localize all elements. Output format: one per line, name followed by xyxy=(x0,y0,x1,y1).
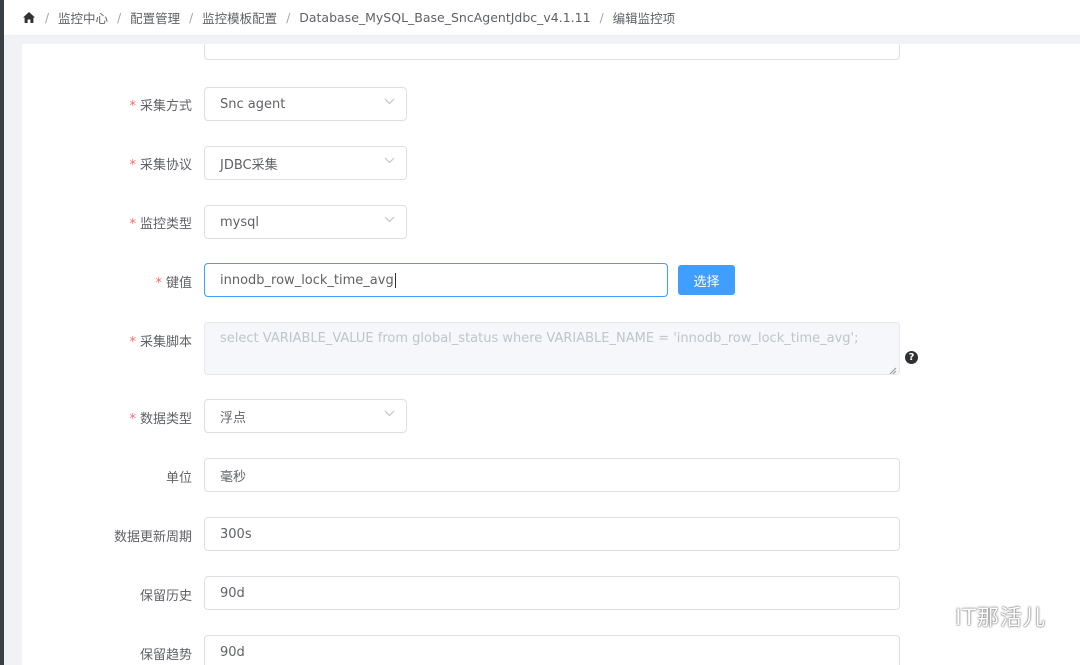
collect-method-select[interactable]: Snc agent xyxy=(204,87,407,121)
history-label-text: 保留历史 xyxy=(139,589,192,604)
required-mark: * xyxy=(129,412,136,427)
required-mark: * xyxy=(129,158,136,173)
text-cursor xyxy=(394,272,396,288)
data-type-select[interactable]: 浮点 xyxy=(204,399,407,433)
collect-protocol-label-text: 采集协议 xyxy=(139,158,192,173)
required-mark: * xyxy=(129,335,136,350)
unit-label-text: 单位 xyxy=(165,471,192,486)
collect-script-textarea[interactable]: select VARIABLE_VALUE from global_status… xyxy=(204,322,900,375)
key-value: innodb_row_lock_time_avg xyxy=(220,272,394,288)
edit-monitor-item-form: * 采集方式 Snc agent * 采集协议 JDBC采集 * 监控类型 mysql… xyxy=(22,44,1080,665)
monitor-type-label: * 监控类型 xyxy=(22,213,192,232)
help-icon[interactable]: ? xyxy=(905,351,918,364)
breadcrumb-separator: / xyxy=(189,10,194,25)
monitor-type-label-text: 监控类型 xyxy=(139,217,192,232)
trends-value: 90d xyxy=(220,644,245,660)
breadcrumb-item-config-management[interactable]: 配置管理 xyxy=(130,8,180,27)
key-label: * 键值 xyxy=(22,272,192,291)
resize-handle-icon[interactable] xyxy=(889,364,897,374)
update-interval-value: 300s xyxy=(220,526,252,542)
watermark: IT那活儿 xyxy=(915,600,1046,632)
breadcrumb-separator: / xyxy=(117,10,122,25)
wechat-icon xyxy=(916,603,947,628)
update-interval-input[interactable]: 300s xyxy=(204,517,900,551)
page-gutter xyxy=(4,36,22,665)
unit-label: 单位 xyxy=(22,467,192,486)
key-input[interactable]: innodb_row_lock_time_avg xyxy=(204,263,668,297)
chevron-down-icon xyxy=(384,157,395,167)
collect-protocol-select[interactable]: JDBC采集 xyxy=(204,146,407,180)
home-icon[interactable] xyxy=(22,11,36,25)
trends-label-text: 保留趋势 xyxy=(139,648,192,663)
breadcrumb-separator: / xyxy=(286,10,291,25)
required-mark: * xyxy=(155,276,162,291)
collect-protocol-value: JDBC采集 xyxy=(220,157,278,173)
breadcrumb-item-current: 编辑监控项 xyxy=(612,11,676,26)
unit-value: 毫秒 xyxy=(220,469,247,485)
history-value: 90d xyxy=(220,585,245,601)
breadcrumb-item-template-config[interactable]: 监控模板配置 xyxy=(202,8,277,27)
breadcrumb-item-template-name[interactable]: Database_MySQL_Base_SncAgentJdbc_v4.1.11 xyxy=(299,10,590,25)
name-input[interactable] xyxy=(204,44,900,60)
chevron-down-icon xyxy=(384,216,395,226)
unit-input[interactable]: 毫秒 xyxy=(204,458,900,492)
data-type-label: * 数据类型 xyxy=(22,408,192,427)
collect-script-value: select VARIABLE_VALUE from global_status… xyxy=(220,331,859,346)
trends-input[interactable]: 90d xyxy=(204,635,900,665)
breadcrumb-item-monitor-center[interactable]: 监控中心 xyxy=(58,8,108,27)
chevron-down-icon xyxy=(384,98,395,108)
watermark-text: IT那活儿 xyxy=(955,606,1046,631)
trends-label: 保留趋势 xyxy=(22,644,192,663)
monitor-type-select[interactable]: mysql xyxy=(204,205,407,239)
collect-method-label-text: 采集方式 xyxy=(139,99,192,114)
update-interval-label: 数据更新周期 xyxy=(22,526,192,545)
breadcrumb-separator: / xyxy=(599,10,604,25)
collect-method-label: * 采集方式 xyxy=(22,95,192,114)
monitor-type-value: mysql xyxy=(220,214,259,230)
required-mark: * xyxy=(129,99,136,114)
breadcrumb-separator: / xyxy=(45,10,50,25)
collect-method-value: Snc agent xyxy=(220,96,286,112)
data-type-label-text: 数据类型 xyxy=(139,412,192,427)
collect-script-label: * 采集脚本 xyxy=(22,331,192,350)
chevron-down-icon xyxy=(384,410,395,420)
data-type-value: 浮点 xyxy=(220,410,247,426)
history-input[interactable]: 90d xyxy=(204,576,900,610)
key-label-text: 键值 xyxy=(165,276,192,291)
collect-protocol-label: * 采集协议 xyxy=(22,154,192,173)
required-mark: * xyxy=(129,217,136,232)
history-label: 保留历史 xyxy=(22,585,192,604)
update-interval-label-text: 数据更新周期 xyxy=(113,530,192,545)
breadcrumb: / 监控中心 / 配置管理 / 监控模板配置 / Database_MySQL_… xyxy=(4,0,1080,36)
select-key-button[interactable]: 选择 xyxy=(678,265,735,295)
collect-script-label-text: 采集脚本 xyxy=(139,335,192,350)
